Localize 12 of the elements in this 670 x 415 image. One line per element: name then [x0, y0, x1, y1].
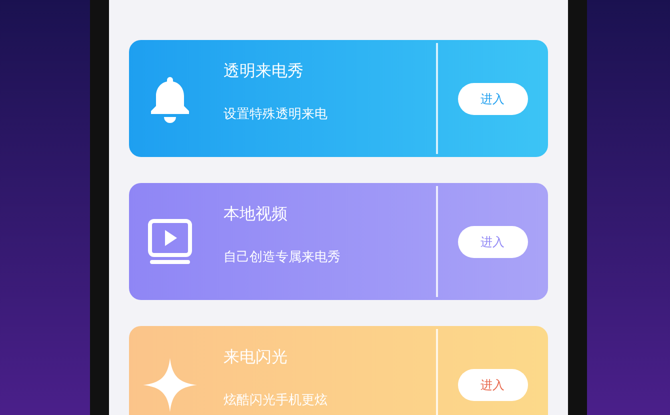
video-play-icon — [148, 218, 192, 264]
card-title: 来电闪光 — [224, 346, 288, 368]
card-title: 透明来电秀 — [224, 60, 304, 82]
bell-icon — [150, 74, 190, 122]
enter-button[interactable]: 进入 — [458, 368, 528, 400]
card-subtitle: 炫酷闪光手机更炫 — [224, 392, 328, 410]
enter-button[interactable]: 进入 — [458, 226, 528, 258]
card-subtitle: 设置特殊透明来电 — [224, 106, 328, 124]
sparkle-icon — [142, 358, 196, 412]
enter-button[interactable]: 进入 — [458, 82, 528, 114]
card-subtitle: 自己创造专属来电秀 — [224, 249, 342, 267]
card-title: 本地视频 — [224, 203, 288, 225]
